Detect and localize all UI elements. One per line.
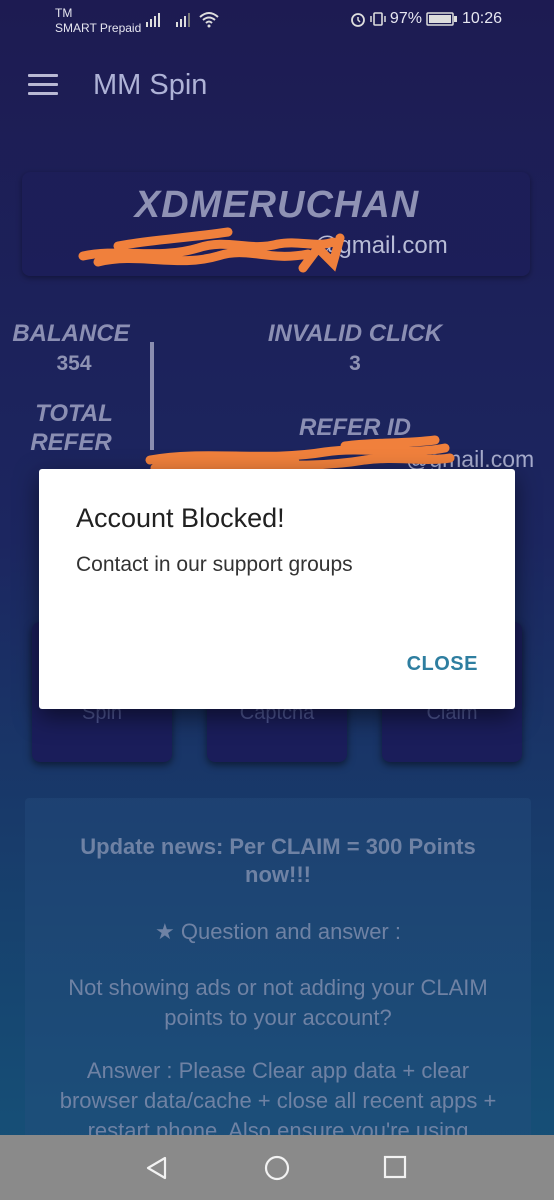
question-line-2: points to your account? (164, 1005, 392, 1030)
total-refer-label-line-2: REFER (30, 429, 112, 456)
home-icon[interactable] (263, 1155, 291, 1183)
invalid-click-value: 3 (349, 352, 361, 375)
question-line-1: Not showing ads or not adding your CLAIM (68, 975, 488, 1000)
balance-label: BALANCE (12, 320, 130, 347)
vibrate-icon (370, 12, 386, 26)
app-title: MM Spin (93, 69, 208, 101)
answer-line-2: browser data/cache + close all recent ap… (59, 1088, 497, 1113)
clock: 10:26 (461, 10, 502, 27)
account-blocked-dialog: Account Blocked! Contact in our support … (39, 469, 515, 709)
carrier-line-2: SMART Prepaid (55, 21, 142, 35)
carrier-label: TM SMART Prepaid (55, 6, 141, 36)
signal-strength-icon (146, 13, 160, 27)
recent-apps-icon[interactable] (382, 1155, 408, 1181)
battery-percent: 97% (389, 10, 422, 27)
close-button[interactable]: CLOSE (407, 653, 478, 676)
status-right: 97% 10:26 (350, 10, 502, 28)
back-icon[interactable] (144, 1155, 170, 1181)
alarm-icon (351, 13, 365, 27)
dialog-title: Account Blocked! (76, 503, 285, 533)
answer-line-1: Answer : Please Clear app data + clear (86, 1058, 470, 1083)
qa-title: ★ Question and answer : (155, 919, 401, 944)
news-headline-1: Update news: Per CLAIM = 300 Points (80, 834, 476, 859)
battery-icon (426, 12, 457, 26)
redaction-scribble (78, 227, 345, 273)
status-bar: TM SMART Prepaid 97% 10:26 (0, 0, 554, 42)
news-headline-2: now!!! (245, 862, 311, 887)
total-refer-label-line-1: TOTAL (35, 400, 113, 427)
hamburger-menu-icon[interactable] (28, 74, 58, 96)
dialog-message: Contact in our support groups (76, 553, 353, 576)
balance-value: 354 (56, 352, 92, 375)
app-bar: MM Spin (0, 42, 554, 130)
system-nav-bar (0, 1135, 554, 1200)
invalid-click-label: INVALID CLICK (267, 320, 443, 347)
wifi-icon (199, 12, 219, 28)
carrier-line-1: TM (55, 6, 73, 20)
signal-strength-2-icon (176, 13, 190, 27)
